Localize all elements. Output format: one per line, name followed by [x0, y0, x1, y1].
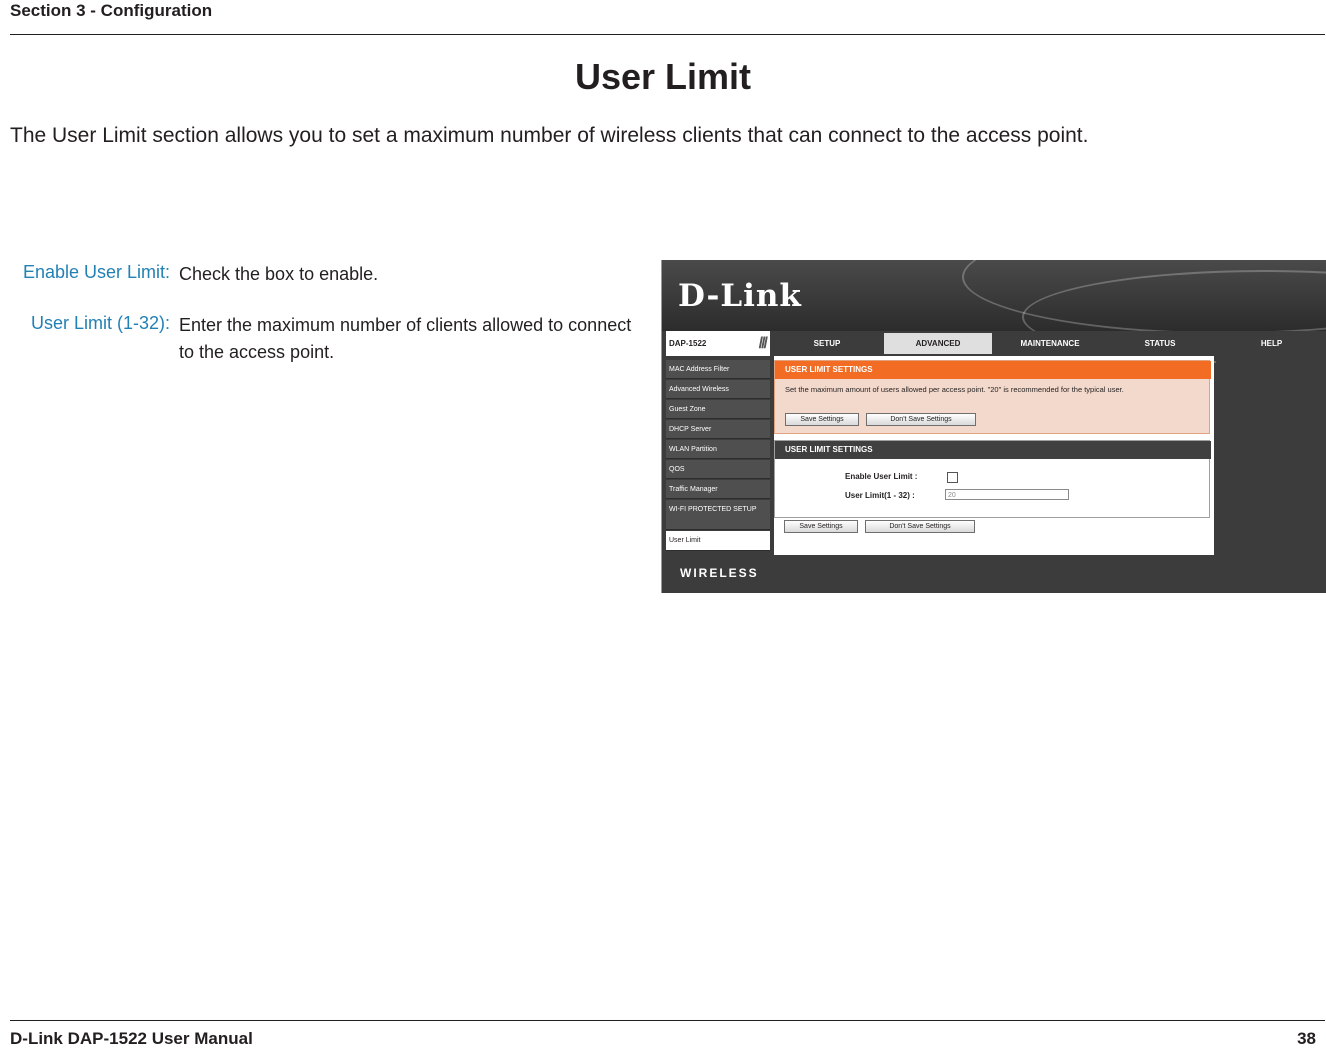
desc-user-limit: Enter the maximum number of clients allo… [179, 315, 632, 362]
router-help-column [1216, 356, 1326, 555]
sidebar-item-dhcp-server[interactable]: DHCP Server [666, 420, 770, 439]
sidebar-item-traffic-manager[interactable]: Traffic Manager [666, 480, 770, 499]
router-navbar: DAP-1522 /// SETUP ADVANCED MAINTENANCE … [662, 331, 1326, 356]
section-title: Section 3 - Configuration [10, 1, 213, 20]
enable-user-limit-checkbox[interactable] [947, 472, 958, 483]
page-title: User Limit [574, 56, 752, 97]
sidebar-item-qos[interactable]: QOS [666, 460, 770, 479]
sidebar-item-mac-filter[interactable]: MAC Address Filter [666, 360, 770, 379]
router-banner: D-Link [662, 260, 1326, 364]
tab-help[interactable]: HELP [1216, 333, 1326, 354]
router-footer-bar: WIRELESS [662, 555, 1326, 593]
intro-paragraph: The User Limit section allows you to set… [10, 124, 1089, 147]
dont-save-button-bottom[interactable]: Don't Save Settings [865, 520, 975, 533]
top-divider [10, 34, 1325, 35]
tab-status[interactable]: STATUS [1108, 333, 1212, 354]
sidebar-item-wlan-partition[interactable]: WLAN Partition [666, 440, 770, 459]
tab-maintenance[interactable]: MAINTENANCE [996, 333, 1104, 354]
model-text: DAP-1522 [669, 339, 707, 348]
term-user-limit: User Limit (1-32): [30, 313, 170, 333]
tab-setup[interactable]: SETUP [774, 333, 880, 354]
model-label: DAP-1522 /// [666, 331, 770, 356]
enable-user-limit-label: Enable User Limit : [845, 472, 918, 481]
settings-box-title: USER LIMIT SETTINGS [775, 441, 1211, 459]
tab-advanced[interactable]: ADVANCED [884, 333, 992, 354]
slash-decoration: /// [758, 335, 768, 352]
router-content: USER LIMIT SETTINGS Set the maximum amou… [774, 356, 1214, 555]
sidebar-item-wps[interactable]: WI-FI PROTECTED SETUP [666, 500, 770, 530]
intro-box-text: Set the maximum amount of users allowed … [785, 385, 1124, 394]
intro-box: USER LIMIT SETTINGS Set the maximum amou… [774, 360, 1211, 434]
sidebar-item-advanced-wireless[interactable]: Advanced Wireless [666, 380, 770, 399]
router-sidebar: MAC Address Filter Advanced Wireless Gue… [666, 356, 772, 553]
sidebar-item-guest-zone[interactable]: Guest Zone [666, 400, 770, 419]
term-enable-user-limit: Enable User Limit: [22, 262, 170, 282]
user-limit-label: User Limit(1 - 32) : [845, 491, 915, 500]
intro-box-title: USER LIMIT SETTINGS [775, 361, 1211, 379]
user-limit-input[interactable]: 20 [945, 489, 1069, 500]
page-number: 38 [1297, 1029, 1316, 1048]
desc-enable-user-limit: Check the box to enable. [179, 264, 379, 284]
dlink-logo: D-Link [678, 278, 802, 314]
wireless-brand: WIRELESS [680, 566, 759, 580]
bottom-divider [10, 1020, 1325, 1021]
router-ui-screenshot: D-Link DAP-1522 /// SETUP ADVANCED MAINT… [661, 260, 1326, 593]
dont-save-button[interactable]: Don't Save Settings [866, 413, 976, 426]
sidebar-item-user-limit[interactable]: User Limit [666, 531, 770, 551]
settings-box: USER LIMIT SETTINGS Enable User Limit : … [774, 440, 1211, 518]
manual-name: D-Link DAP-1522 User Manual [10, 1029, 253, 1048]
save-button-bottom[interactable]: Save Settings [784, 520, 858, 533]
save-button[interactable]: Save Settings [785, 413, 859, 426]
